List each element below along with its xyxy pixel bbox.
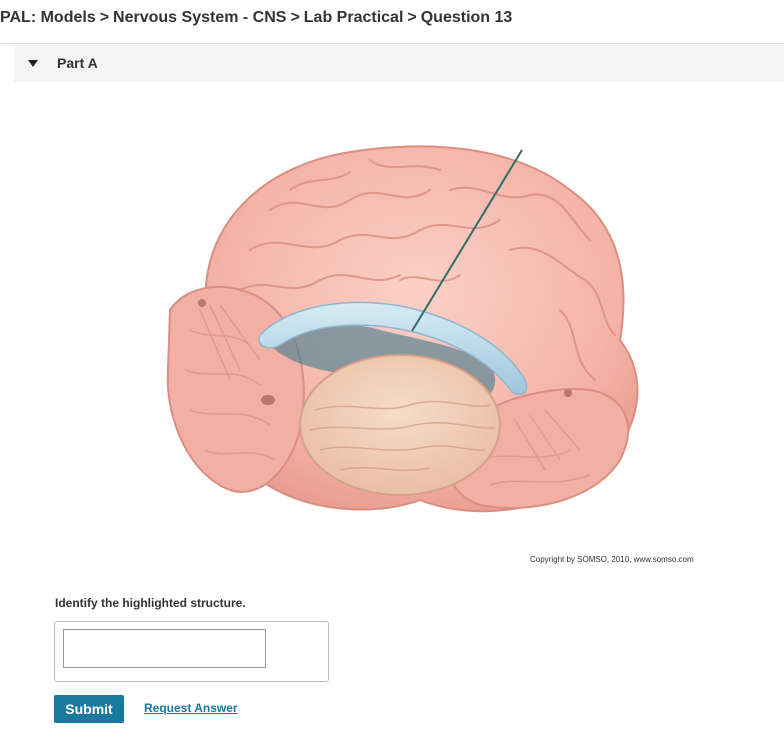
breadcrumb-item-nervous-system[interactable]: Nervous System - CNS bbox=[113, 9, 286, 27]
part-label: Part A bbox=[57, 55, 98, 71]
figure-copyright: Copyright by SOMSO, 2010, www.somso.com bbox=[530, 555, 694, 564]
brain-model-figure bbox=[166, 145, 639, 513]
breadcrumb-separator: > bbox=[290, 9, 300, 26]
breadcrumb-separator: > bbox=[407, 9, 417, 26]
cerebellum bbox=[299, 354, 501, 496]
breadcrumb-separator: > bbox=[99, 9, 110, 26]
answer-input[interactable] bbox=[63, 629, 266, 668]
part-a-toggle[interactable]: Part A bbox=[14, 44, 784, 82]
request-answer-link[interactable]: Request Answer bbox=[144, 701, 238, 715]
breadcrumb-item-pal-models[interactable]: PAL: Models bbox=[0, 9, 96, 27]
answer-container bbox=[54, 621, 329, 682]
breadcrumb-item-question: Question 13 bbox=[420, 9, 513, 26]
breadcrumb: PAL: Models > Nervous System - CNS > Lab… bbox=[0, 6, 512, 30]
question-prompt: Identify the highlighted structure. bbox=[55, 596, 246, 610]
breadcrumb-item-lab-practical[interactable]: Lab Practical bbox=[304, 9, 404, 27]
submit-button[interactable]: Submit bbox=[54, 695, 124, 723]
caret-down-icon bbox=[28, 59, 38, 67]
